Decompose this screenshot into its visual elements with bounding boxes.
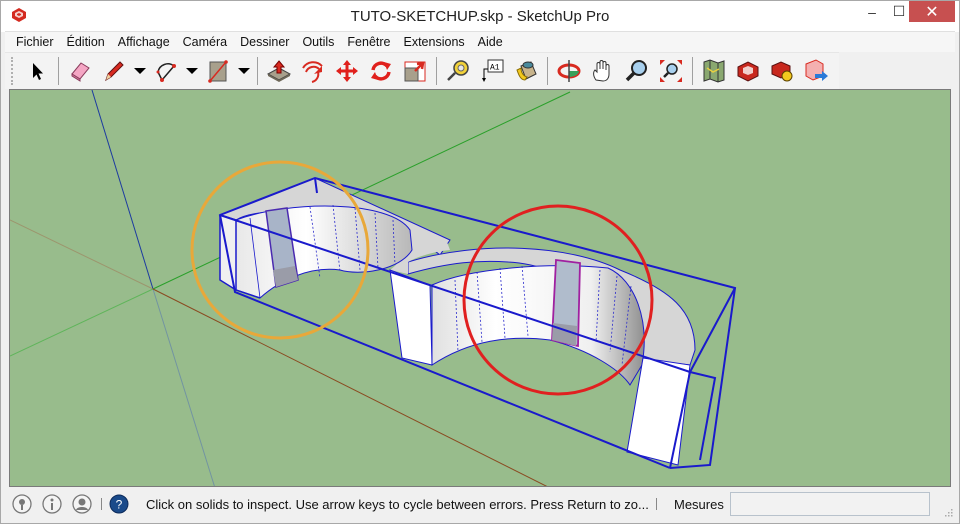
title-bar: TUTO-SKETCHUP.skp - SketchUp Pro – ☐ ✕ [1,1,959,32]
model-canvas [10,90,737,486]
status-bar: ? Click on solids to inspect. Use arrow … [5,489,957,519]
rotate-tool-button[interactable] [366,56,396,86]
rectangle-tool-button[interactable] [203,56,233,86]
follow-me-icon [302,61,323,83]
map-icon [703,59,725,83]
help-status-button[interactable]: ? [108,493,130,515]
zoom-tool-button[interactable] [622,56,652,86]
credits-status-button[interactable] [41,493,63,515]
status-message: Click on solids to inspect. Use arrow ke… [146,496,649,512]
rectangle-dropdown[interactable] [237,56,251,86]
green-axis-dotted-line [10,288,154,357]
menu-outils[interactable]: Outils [302,35,334,49]
close-button[interactable]: ✕ [909,1,955,22]
eraser-tool-button[interactable] [65,56,95,86]
text-tool-button[interactable]: A1 [477,56,507,86]
blue-axis-line [91,90,154,290]
toolbar-separator [547,57,548,85]
menu-affichage[interactable]: Affichage [118,35,170,49]
orbit-tool-button[interactable] [554,56,584,86]
3d-warehouse-tool-button[interactable] [733,56,763,86]
paint-bucket-tool-button[interactable] [511,56,541,86]
arrow-cursor-icon [33,63,43,80]
extension-warehouse-tool-button[interactable] [767,56,797,86]
extension-warehouse-icon [771,61,793,82]
3d-viewport[interactable] [9,89,951,487]
geo-location-tool-button[interactable] [699,56,729,86]
blue-axis-dotted-line [152,288,215,486]
toolbar-grip[interactable] [11,57,14,85]
menu-extensions[interactable]: Extensions [404,35,465,49]
red-axis-dotted-line [10,219,154,290]
rectangle-icon [208,60,228,83]
push-pull-icon [266,60,292,82]
eraser-icon [71,62,90,82]
orbit-icon [557,60,581,82]
scale-tool-button[interactable] [400,56,430,86]
zoom-extents-icon [660,60,682,82]
status-separator [101,498,102,510]
credits-icon [42,494,62,514]
select-tool-button[interactable] [22,56,52,86]
svg-text:?: ? [116,498,123,512]
left-inner-wall [235,205,413,299]
window-title: TUTO-SKETCHUP.skp - SketchUp Pro [350,8,610,25]
resize-grip-icon[interactable] [943,507,953,517]
warehouse-icon [737,61,759,82]
arc-icon [156,63,176,82]
sketchup-window: TUTO-SKETCHUP.skp - SketchUp Pro – ☐ ✕ F… [0,0,960,524]
toolbar-separator [257,57,258,85]
push-pull-tool-button[interactable] [264,56,294,86]
menu-bar: Fichier Édition Affichage Caméra Dessine… [5,31,955,52]
follow-me-tool-button[interactable] [298,56,328,86]
menu-fenetre[interactable]: Fenêtre [347,35,390,49]
menu-edition[interactable]: Édition [67,35,105,49]
geo-location-status-button[interactable] [11,493,33,515]
status-separator [656,498,657,510]
pan-tool-button[interactable] [588,56,618,86]
mesures-input[interactable] [730,492,930,516]
rotate-icon [371,61,391,81]
help-icon: ? [109,494,129,514]
move-tool-button[interactable] [332,56,362,86]
tape-measure-icon [447,60,469,81]
menu-fichier[interactable]: Fichier [16,35,54,49]
scale-icon [404,61,426,82]
user-account-status-button[interactable] [71,493,93,515]
paint-bucket-icon [516,61,537,81]
menu-dessiner[interactable]: Dessiner [240,35,289,49]
send-to-layout-tool-button[interactable] [801,56,831,86]
pencil-dropdown[interactable] [133,56,147,86]
arc-tool-button[interactable] [151,56,181,86]
arc-dropdown[interactable] [185,56,199,86]
dropdown-arrow-icon [238,68,250,74]
mesures-label: Mesures [674,496,724,512]
tape-measure-tool-button[interactable] [443,56,473,86]
main-toolbar: A1 [5,52,839,89]
text-label-icon: A1 [482,59,504,82]
pencil-icon [105,61,124,82]
dropdown-arrow-icon [186,68,198,74]
pencil-tool-button[interactable] [99,56,129,86]
menu-camera[interactable]: Caméra [183,35,227,49]
move-icon [336,60,358,82]
svg-text:A1: A1 [490,64,500,73]
dropdown-arrow-icon [134,68,146,74]
geo-location-icon [12,494,32,514]
minimize-button[interactable]: – [858,1,886,22]
send-to-layout-icon [805,59,828,81]
toolbar-separator [436,57,437,85]
toolbar-separator [692,57,693,85]
magnifier-icon [625,60,647,82]
zoom-extents-tool-button[interactable] [656,56,686,86]
toolbar-separator [58,57,59,85]
menu-aide[interactable]: Aide [478,35,503,49]
user-account-icon [72,494,92,514]
hand-icon [593,60,610,82]
